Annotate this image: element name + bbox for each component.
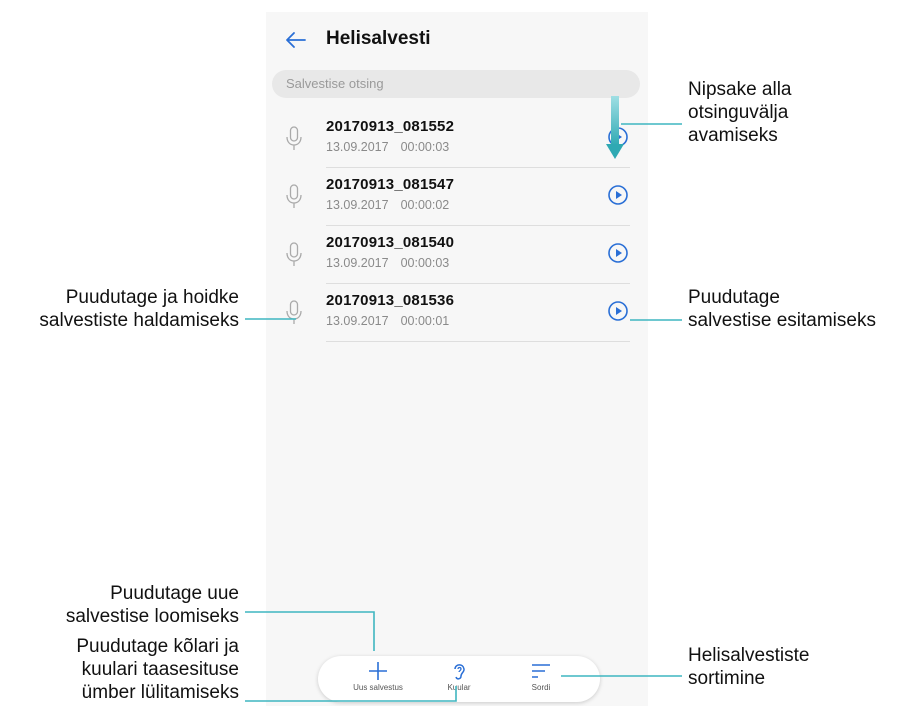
callout-earpiece-line-1: Puudutage kõlari ja [76,636,239,657]
callout-swipe-line-2: otsinguvälja [688,102,789,123]
callout-hold-line-1: Puudutage ja hoidke [65,287,239,308]
callout-earpiece-line-2: kuulari taasesituse [81,659,239,680]
callout-earpiece: Puudutage kõlari ja kuulari taasesituse … [76,635,239,704]
callout-play-line-2: salvestise esitamiseks [688,310,876,331]
callout-sort-line-1: Helisalvestiste [688,645,810,666]
callout-new-line-2: salvestise loomiseks [65,606,239,627]
callout-new: Puudutage uue salvestise loomiseks [66,582,239,628]
callout-swipe-line-3: avamiseks [688,125,778,146]
callout-sort: Helisalvestiste sortimine [688,644,809,690]
callout-earpiece-line-3: ümber lülitamiseks [81,682,239,703]
callout-swipe-line-1: Nipsake alla [688,79,792,100]
callout-hold: Puudutage ja hoidke salvestiste haldamis… [39,286,239,332]
callout-sort-line-2: sortimine [688,668,766,689]
callout-new-line-1: Puudutage uue [110,583,239,604]
callout-swipe: Nipsake alla otsinguvälja avamiseks [688,78,792,147]
callout-play: Puudutage salvestise esitamiseks [688,286,876,332]
callout-play-line-1: Puudutage [688,287,780,308]
callout-hold-line-2: salvestiste haldamiseks [39,310,239,331]
